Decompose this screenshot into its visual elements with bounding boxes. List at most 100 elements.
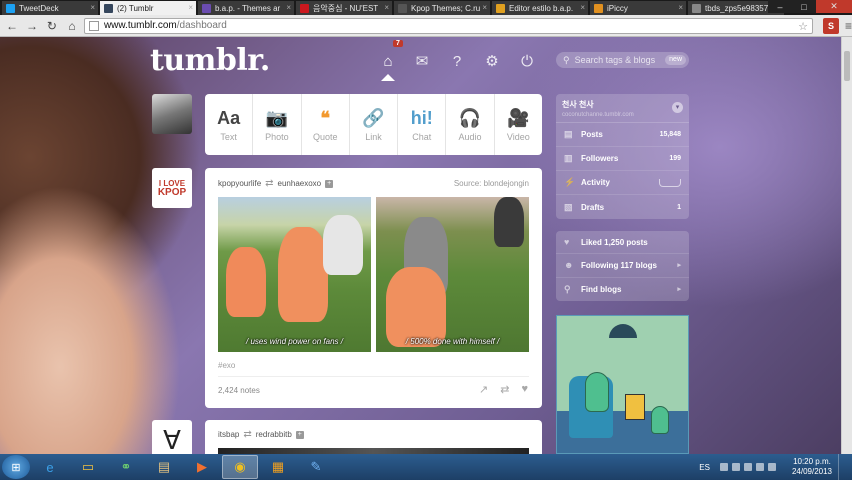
sidebar-item-activity[interactable]: ⚡ Activity [556,171,689,195]
post2-reblogged-from[interactable]: redrabbitb [256,430,292,439]
browser-tab[interactable]: Editor estilo b.a.p. × [492,1,588,15]
internet-explorer-icon[interactable]: e [32,455,68,479]
gif-caption-left: / uses wind power on fans / [246,337,343,346]
reblog-icon[interactable]: ⇄ [500,383,509,396]
language-indicator[interactable]: ES [699,463,710,472]
forward-icon[interactable]: → [24,18,40,34]
sidebar-link[interactable]: ⚲ Find blogs ▸ [556,278,689,301]
browser-tab[interactable]: iPiccy × [590,1,686,15]
clock[interactable]: 10:20 p.m. 24/09/2013 [792,457,832,477]
sidebar-item-posts[interactable]: ▤ Posts 15,848 [556,123,689,147]
gif-photo-right[interactable]: / 500% done with himself / [376,197,529,352]
mail-icon[interactable]: ✉ [412,51,432,71]
home-icon[interactable]: ⌂ [64,18,80,34]
chart-icon: ▥ [564,153,573,163]
post2-author[interactable]: itsbap [218,430,239,439]
post-source[interactable]: Source: blondejongin [454,179,529,188]
like-heart-icon[interactable]: ♥ [521,383,528,396]
tab-close-icon[interactable]: × [580,3,585,12]
show-desktop-button[interactable] [838,454,848,480]
tray-icon[interactable] [719,463,728,471]
browser-tab[interactable]: (2) Tumblr × [100,1,196,15]
volume-icon[interactable] [767,463,776,471]
tab-favicon-icon [496,3,505,13]
follow-plus-icon[interactable]: + [295,430,304,439]
search-input[interactable]: ⚲ Search tags & blogs new [556,52,689,68]
sidebar-item-count: 1 [677,203,681,211]
paint-icon[interactable]: ✎ [298,455,334,479]
sidebar-item-drafts[interactable]: ▧ Drafts 1 [556,195,689,219]
browser-tab[interactable]: b.a.p. - Themes ar × [198,1,294,15]
tray-icon[interactable] [731,463,740,471]
post-type-text-button[interactable]: Aa Text [205,94,254,155]
post-type-video-button[interactable]: 🎥 Video [495,94,542,155]
minimize-button[interactable]: – [768,0,792,13]
lightning-icon: ⚡ [564,177,576,187]
tab-close-icon[interactable]: × [188,3,193,12]
start-button[interactable]: ⊞ [2,455,30,479]
gif-caption-right: / 500% done with himself / [405,337,500,346]
tumblr-logo[interactable]: tumblr. [150,43,270,78]
tab-close-icon[interactable]: × [482,3,487,12]
post-type-chat-button[interactable]: hi! Chat [398,94,447,155]
menu-icon[interactable]: ≡ [845,19,852,33]
post-type-quote-button[interactable]: ❝ Quote [302,94,350,155]
sidebar-link[interactable]: ☻ Following 117 blogs ▸ [556,254,689,278]
post-type-audio-button[interactable]: 🎧 Audio [446,94,495,155]
url-path: /dashboard [176,20,227,31]
system-tray: ES 10:20 p.m. 24/09/2013 [699,454,852,480]
office-icon[interactable]: ▦ [260,455,296,479]
post-notes[interactable]: 2,424 notes [218,386,260,395]
chrome-icon[interactable]: ◉ [222,455,258,479]
maximize-button[interactable]: □ [792,0,816,13]
tab-close-icon[interactable]: × [678,3,683,12]
extension-button[interactable]: S [823,17,839,34]
window-controls: – □ ✕ [768,0,852,13]
network-icon[interactable]: ⚭ [108,455,144,479]
post-tags[interactable]: #exo [218,361,235,370]
itsbap-avatar[interactable]: ∀ [152,420,192,454]
tab-favicon-icon [6,3,15,13]
reload-icon[interactable]: ↻ [44,18,60,34]
sidebar-link[interactable]: ♥ Liked 1,250 posts [556,231,689,255]
blog-header[interactable]: 천사 천사 coconutchanne.tumblr.com ▾ [556,94,689,123]
blog-title: 천사 천사 [562,100,594,109]
gif-photo-left[interactable]: / uses wind power on fans / [218,197,371,352]
kpopyourlife-avatar[interactable]: I LOVE KPOP [152,168,192,208]
tab-close-icon[interactable]: × [286,3,291,12]
back-icon[interactable]: ← [4,18,20,34]
browser-tab[interactable]: 음악중심 - NU'EST × [296,1,392,15]
scrollbar-thumb[interactable] [844,51,850,81]
network-tray-icon[interactable] [755,463,764,471]
post-type-link-button[interactable]: 🔗 Link [350,94,399,155]
drafts-icon: ▧ [564,201,573,212]
gear-icon[interactable]: ⚙ [482,51,502,71]
sidebar-item-followers[interactable]: ▥ Followers 199 [556,147,689,171]
file-explorer-icon[interactable]: ▭ [70,455,106,479]
follow-plus-icon[interactable]: + [325,179,334,188]
tab-close-icon[interactable]: × [90,3,95,12]
page-scrollbar[interactable] [841,37,852,454]
reblogged-from[interactable]: eunhaexoxo [278,179,322,188]
browser-tab[interactable]: TweetDeck × [2,1,98,15]
archive-icon[interactable]: ▤ [146,455,182,479]
post-type-label: Photo [265,132,289,142]
browser-tab[interactable]: Kpop Themes; C.ru × [394,1,490,15]
sidebar-illustration[interactable] [556,315,689,454]
chevron-down-icon[interactable]: ▾ [672,102,683,113]
address-bar[interactable]: www.tumblr.com/dashboard ☆ [83,17,814,34]
help-icon[interactable]: ? [447,51,467,71]
bookmark-star-icon[interactable]: ☆ [798,20,808,33]
tab-close-icon[interactable]: × [384,3,389,12]
share-icon[interactable]: ↗ [479,383,488,396]
post-type-photo-button[interactable]: 📷 Photo [253,94,302,155]
tab-favicon-icon [104,3,113,13]
close-window-button[interactable]: ✕ [816,0,852,13]
home-nav-icon[interactable]: ⌂ [378,51,398,71]
media-player-icon[interactable]: ▶ [184,455,220,479]
post-author[interactable]: kpopyourlife [218,179,261,188]
my-avatar[interactable] [152,94,192,134]
power-icon[interactable]: ⏻ [517,51,537,71]
flag-icon[interactable] [743,463,752,471]
clock-date: 24/09/2013 [791,467,832,476]
